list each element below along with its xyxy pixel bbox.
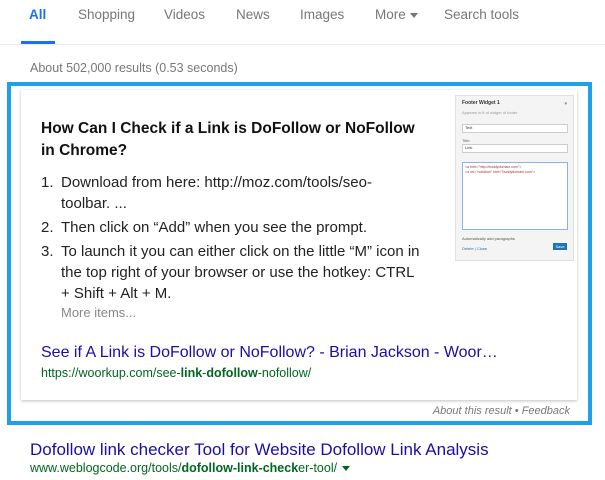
snippet-steps-list: 1. Download from here: http://moz.com/to… (41, 172, 421, 307)
tab-more-label: More (375, 7, 406, 22)
snippet-title-line2: in Chrome? (41, 142, 128, 159)
result-url-bold: dofollow-link-check (181, 461, 299, 475)
tab-images[interactable]: Images (300, 7, 344, 22)
thumb-textarea: <a href="http://buddydomain.com"> <a rel… (462, 162, 568, 230)
tab-shopping[interactable]: Shopping (78, 7, 135, 22)
result-title-link[interactable]: Dofollow link checker Tool for Website D… (30, 440, 489, 460)
url-prefix: https://woorkup.com/see- (41, 366, 181, 380)
thumb-checkbox-label: Automatically add paragraphs (462, 236, 515, 241)
thumb-textarea-line2: <a rel="nofollow" href="buddydomain.com"… (465, 170, 536, 174)
url-bold-dofollow: dofollow (206, 366, 258, 380)
about-this-result-link[interactable]: About this result (433, 405, 512, 417)
list-item: 2. Then click on “Add” when you see the … (41, 217, 421, 238)
tab-videos[interactable]: Videos (164, 7, 205, 22)
result-url: www.weblogcode.org/tools/dofollow-link-c… (30, 461, 351, 475)
step-text: Then click on “Add” when you see the pro… (61, 219, 367, 236)
step-number: 1. (41, 174, 54, 191)
tab-news[interactable]: News (236, 7, 270, 22)
snippet-footer: About this result • Feedback (433, 405, 570, 417)
result-url-prefix: www.weblogcode.org/tools/ (30, 461, 182, 475)
snippet-title-line1: How Can I Check if a Link is DoFollow or… (41, 120, 415, 137)
footer-separator: • (511, 405, 522, 417)
step-text: Download from here: http://moz.com/tools… (61, 174, 372, 212)
url-bold-link: link (180, 366, 203, 380)
list-item: 1. Download from here: http://moz.com/to… (41, 172, 421, 214)
tab-more[interactable]: More (375, 7, 418, 22)
tab-search-tools[interactable]: Search tools (444, 7, 519, 22)
result-options-chevron-icon[interactable] (342, 466, 351, 472)
snippet-result-link[interactable]: See if A Link is DoFollow or NoFollow? -… (41, 344, 498, 362)
thumb-input: Link (462, 144, 568, 153)
snippet-result-url[interactable]: https://woorkup.com/see-link-dofollow-no… (41, 366, 311, 380)
snippet-title: How Can I Check if a Link is DoFollow or… (41, 118, 421, 162)
step-number: 2. (41, 219, 54, 236)
thumb-caret-icon: ▾ (564, 101, 567, 107)
step-text: To launch it you can either click on the… (61, 243, 420, 302)
thumb-label-title: Title: (462, 138, 471, 143)
featured-snippet: How Can I Check if a Link is DoFollow or… (21, 90, 577, 400)
thumb-select: Text (462, 124, 568, 133)
snippet-thumbnail[interactable]: Footer Widget 1 ▾ Appears in ft of widge… (455, 95, 574, 261)
tab-all[interactable]: All (29, 7, 46, 22)
more-items-link[interactable]: More items... (61, 305, 136, 320)
result-url-suffix: er-tool/ (298, 461, 338, 475)
list-item: 3. To launch it you can either click on … (41, 241, 421, 304)
search-tabs: All Shopping Videos News Images More Sea… (0, 0, 605, 45)
result-stats: About 502,000 results (0.53 seconds) (30, 61, 238, 75)
chevron-down-icon (409, 12, 418, 18)
url-suffix: -nofollow/ (257, 366, 312, 380)
thumb-subtitle: Appears in ft of widget of footer (462, 110, 518, 115)
step-number: 3. (41, 243, 54, 260)
feedback-link[interactable]: Feedback (522, 405, 570, 417)
active-tab-indicator (21, 41, 55, 44)
thumb-links: Delete | Close (462, 246, 488, 251)
thumb-save-button: Save (553, 243, 567, 250)
thumb-widget-title: Footer Widget 1 (462, 100, 500, 106)
